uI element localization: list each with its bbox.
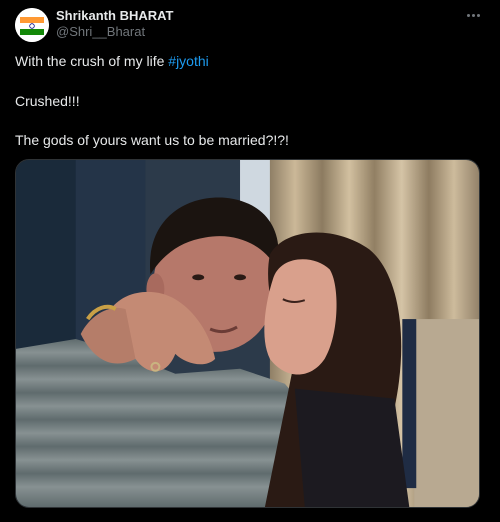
author-handle[interactable]: @Shri__Bharat [56,24,145,39]
india-flag-avatar-icon [15,8,49,42]
tweet-card[interactable]: Shrikanth BHARAT @Shri__Bharat With the … [0,0,500,522]
tweet-text-prefix: With the crush of my life [15,53,169,69]
more-options-icon[interactable] [462,6,484,24]
tweet-text-line-3: The gods of yours want us to be married?… [15,132,289,148]
hashtag-link[interactable]: #jyothi [168,53,208,69]
tweet-text-line-1: With the crush of my life #jyothi [15,53,209,69]
tweet-text-line-2: Crushed!!! [15,93,80,109]
author-name[interactable]: Shrikanth BHARAT [56,8,173,23]
tweet-media-photo[interactable] [15,159,480,508]
selfie-photo [16,160,479,507]
author-avatar[interactable] [15,8,49,42]
